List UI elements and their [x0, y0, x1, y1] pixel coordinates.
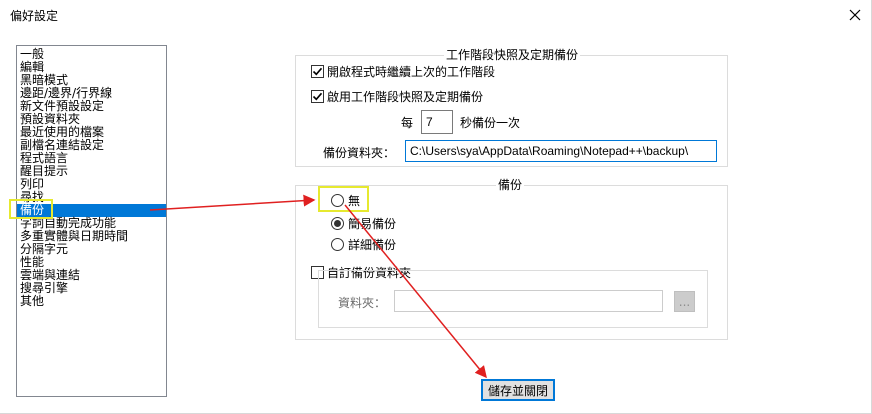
enable-snapshot-label: 啟用工作階段快照及定期備份: [327, 90, 484, 104]
backup-path-input[interactable]: C:\Users\sya\AppData\Roaming\Notepad++\b…: [405, 140, 717, 162]
every-label: 每: [401, 116, 414, 130]
category-list[interactable]: 一般 編輯 黑暗模式 邊距/邊界/行界線 新文件預設設定 預設資料夾 最近使用的檔案 副檔名連…: [16, 45, 167, 397]
backup-path-label: 備份資料夾：: [323, 146, 396, 160]
snapshot-group-title: 工作階段快照及定期備份: [444, 48, 581, 62]
remember-session-check-icon: [311, 65, 324, 78]
interval-suffix-label: 秒備份一次: [460, 116, 521, 130]
backup-simple-label: 簡易備份: [348, 217, 397, 231]
enable-snapshot-check-icon: [311, 90, 324, 103]
category-item[interactable]: 其他: [17, 295, 166, 308]
enable-snapshot-checkbox[interactable]: 啟用工作階段快照及定期備份: [311, 88, 483, 105]
save-and-close-button[interactable]: 儲存並關閉: [481, 379, 555, 401]
remember-session-label: 開啟程式時繼續上次的工作階段: [327, 65, 496, 79]
backup-simple-radio[interactable]: 簡易備份: [331, 215, 396, 232]
backup-verbose-radio[interactable]: 詳細備份: [331, 236, 396, 253]
arrow-to-none-option: [149, 194, 316, 211]
interval-seconds-input[interactable]: 7: [421, 110, 453, 134]
preferences-dialog: 偏好設定 一般 編輯 黑暗模式 邊距/邊界/行界線 新文件預設設定 預設資料夾 最近使用的檔…: [0, 0, 872, 414]
save-and-close-label: 儲存並關閉: [487, 383, 548, 398]
radio-empty-icon: [331, 194, 344, 207]
custom-folder-input[interactable]: [394, 290, 663, 312]
title-bar: 偏好設定: [0, 0, 872, 30]
radio-empty-icon: [331, 238, 344, 251]
backup-verbose-label: 詳細備份: [348, 238, 397, 252]
backup-none-radio[interactable]: 無: [331, 192, 360, 209]
window-title: 偏好設定: [10, 9, 59, 23]
backup-none-label: 無: [348, 194, 361, 208]
browse-button[interactable]: ...: [674, 291, 695, 312]
browse-label: ...: [678, 294, 691, 309]
remember-session-checkbox[interactable]: 開啟程式時繼續上次的工作階段: [311, 63, 495, 80]
folder-label: 資料夾：: [338, 296, 387, 310]
radio-selected-icon: [331, 217, 344, 230]
close-button[interactable]: [838, 0, 872, 30]
close-icon: [849, 9, 861, 21]
backup-group-title: 備份: [496, 178, 525, 192]
